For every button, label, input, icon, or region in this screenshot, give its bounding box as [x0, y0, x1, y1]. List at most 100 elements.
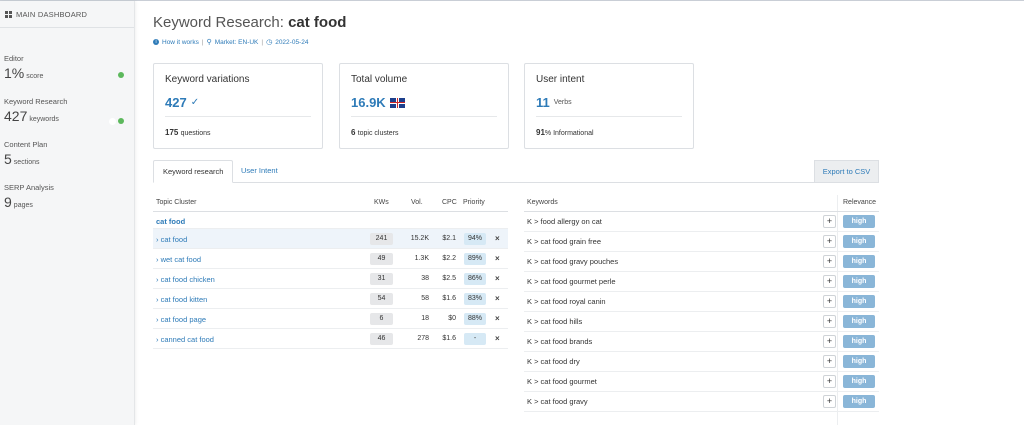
plus-icon[interactable]: + [823, 295, 836, 308]
priority-badge: 94% [464, 233, 486, 245]
cpc-cell: $0 [448, 315, 456, 322]
card-footer: 91% Informational [536, 128, 594, 137]
table-row: K > cat food gourmet perle + high [524, 272, 879, 292]
sidebar-item-value: 9 pages [4, 194, 129, 210]
cluster-name-text: cat food page [160, 315, 207, 324]
close-icon[interactable]: × [495, 254, 500, 263]
check-icon: ✓ [190, 97, 200, 108]
plus-icon[interactable]: + [823, 335, 836, 348]
plus-icon[interactable]: + [823, 275, 836, 288]
close-icon[interactable]: × [495, 274, 500, 283]
volume-cell: 15.2K [410, 235, 429, 242]
tab-keyword-research[interactable]: Keyword research [153, 160, 234, 183]
main-dashboard-link[interactable]: MAIN DASHBOARD [5, 10, 87, 19]
table-row[interactable]: › cat food page 6 18 $0 88% × [153, 309, 508, 329]
uk-flag-icon [389, 97, 405, 108]
cpc-cell: $2.2 [442, 255, 456, 262]
plus-icon[interactable]: + [823, 215, 836, 228]
plus-icon[interactable]: + [823, 235, 836, 248]
table-row[interactable]: › canned cat food 46 278 $1.6 - × [153, 329, 508, 349]
table-row[interactable]: › cat food chicken 31 38 $2.5 86% × [153, 269, 508, 289]
cpc-cell: $1.6 [442, 295, 456, 302]
how-it-works-link[interactable]: How it works [162, 39, 199, 46]
page-meta: i How it works | ⚲ Market: EN-UK | ◷ 202… [153, 38, 308, 46]
keyword-text: K > cat food grain free [527, 237, 602, 246]
header-vol: Vol. [411, 199, 423, 206]
table-row: K > cat food gravy pouches + high [524, 252, 879, 272]
relevance-badge[interactable]: high [843, 315, 875, 328]
card-footer: 175 questions [165, 128, 211, 137]
table-header: Keywords Relevance [524, 195, 879, 212]
priority-badge: 83% [464, 293, 486, 305]
table-row[interactable]: › wet cat food 49 1.3K $2.2 89% × [153, 249, 508, 269]
sidebar: MAIN DASHBOARD Editor 1% score Keyword R… [0, 1, 135, 425]
card-footer-number: 6 [351, 128, 356, 137]
meta-separator: | [201, 38, 204, 46]
total-volume-card: Total volume 16.9K 6 topic clusters [339, 63, 509, 149]
chevron-right-icon: › [156, 235, 159, 244]
sidebar-item-content-plan[interactable]: Content Plan 5 sections [4, 140, 129, 167]
relevance-badge[interactable]: high [843, 355, 875, 368]
cluster-name[interactable]: › wet cat food [156, 255, 201, 264]
plus-icon[interactable]: + [823, 375, 836, 388]
keyword-text: K > food allergy on cat [527, 217, 602, 226]
relevance-badge[interactable]: high [843, 215, 875, 228]
cluster-name[interactable]: › cat food chicken [156, 275, 215, 284]
relevance-badge[interactable]: high [843, 275, 875, 288]
kws-badge: 241 [370, 233, 393, 245]
cluster-name[interactable]: › cat food kitten [156, 295, 207, 304]
sidebar-item-editor[interactable]: Editor 1% score [4, 54, 129, 81]
tab-user-intent[interactable]: User Intent [232, 160, 287, 183]
kws-badge: 46 [370, 333, 393, 345]
table-header: Topic Cluster KWs Vol. CPC Priority [153, 195, 508, 212]
card-footer: 6 topic clusters [351, 128, 399, 137]
close-icon[interactable]: × [495, 234, 500, 243]
volume-cell: 58 [421, 295, 429, 302]
sidebar-item-keyword-research[interactable]: Keyword Research 427 keywords [4, 97, 129, 125]
table-row: K > cat food grain free + high [524, 232, 879, 252]
tab-bar: Keyword research User Intent [153, 160, 879, 183]
plus-icon[interactable]: + [823, 315, 836, 328]
cluster-group-title[interactable]: cat food [153, 212, 508, 229]
close-icon[interactable]: × [495, 314, 500, 323]
keyword-text: K > cat food gourmet [527, 377, 597, 386]
cluster-name[interactable]: › cat food page [156, 315, 206, 324]
plus-icon[interactable]: + [823, 255, 836, 268]
cluster-name[interactable]: › cat food [156, 235, 187, 244]
sidebar-item-serp-analysis[interactable]: SERP Analysis 9 pages [4, 183, 129, 210]
card-title: Keyword variations [165, 74, 250, 85]
close-icon[interactable]: × [495, 334, 500, 343]
cluster-name-text: canned cat food [160, 335, 214, 344]
keyword-text: K > cat food gravy pouches [527, 257, 619, 266]
relevance-badge[interactable]: high [843, 395, 875, 408]
header-relevance: Relevance [843, 199, 877, 206]
market-label: Market: EN-UK [214, 38, 259, 46]
card-value: 427 ✓ [165, 95, 199, 110]
keyword-text: K > cat food brands [527, 337, 593, 346]
header-keywords: Keywords [527, 199, 558, 206]
table-row[interactable]: › cat food 241 15.2K $2.1 94% × [153, 229, 508, 249]
info-icon: i [153, 39, 159, 45]
cluster-name-text: cat food chicken [160, 275, 215, 284]
close-icon[interactable]: × [495, 294, 500, 303]
plus-icon[interactable]: + [823, 395, 836, 408]
clock-icon: ◷ [266, 39, 273, 46]
relevance-badge[interactable]: high [843, 295, 875, 308]
relevance-badge[interactable]: high [843, 255, 875, 268]
sidebar-item-label: Keyword Research [4, 97, 68, 106]
relevance-badge[interactable]: high [843, 375, 875, 388]
cluster-name[interactable]: › canned cat food [156, 335, 214, 344]
status-dot [118, 118, 124, 124]
keyword-text: K > cat food gravy [527, 397, 588, 406]
export-csv-button[interactable]: Export to CSV [814, 160, 879, 183]
card-footer-unit: questions [180, 130, 211, 137]
plus-icon[interactable]: + [823, 355, 836, 368]
relevance-badge[interactable]: high [843, 335, 875, 348]
topic-cluster-table: Topic Cluster KWs Vol. CPC Priority cat … [153, 195, 508, 349]
sidebar-item-value: 1% score [4, 65, 129, 81]
keyword-text: K > cat food royal canin [527, 297, 606, 306]
header-priority: Priority [463, 199, 485, 206]
relevance-badge[interactable]: high [843, 235, 875, 248]
keyword-variations-card: Keyword variations 427 ✓ 175 questions [153, 63, 323, 149]
table-row[interactable]: › cat food kitten 54 58 $1.6 83% × [153, 289, 508, 309]
